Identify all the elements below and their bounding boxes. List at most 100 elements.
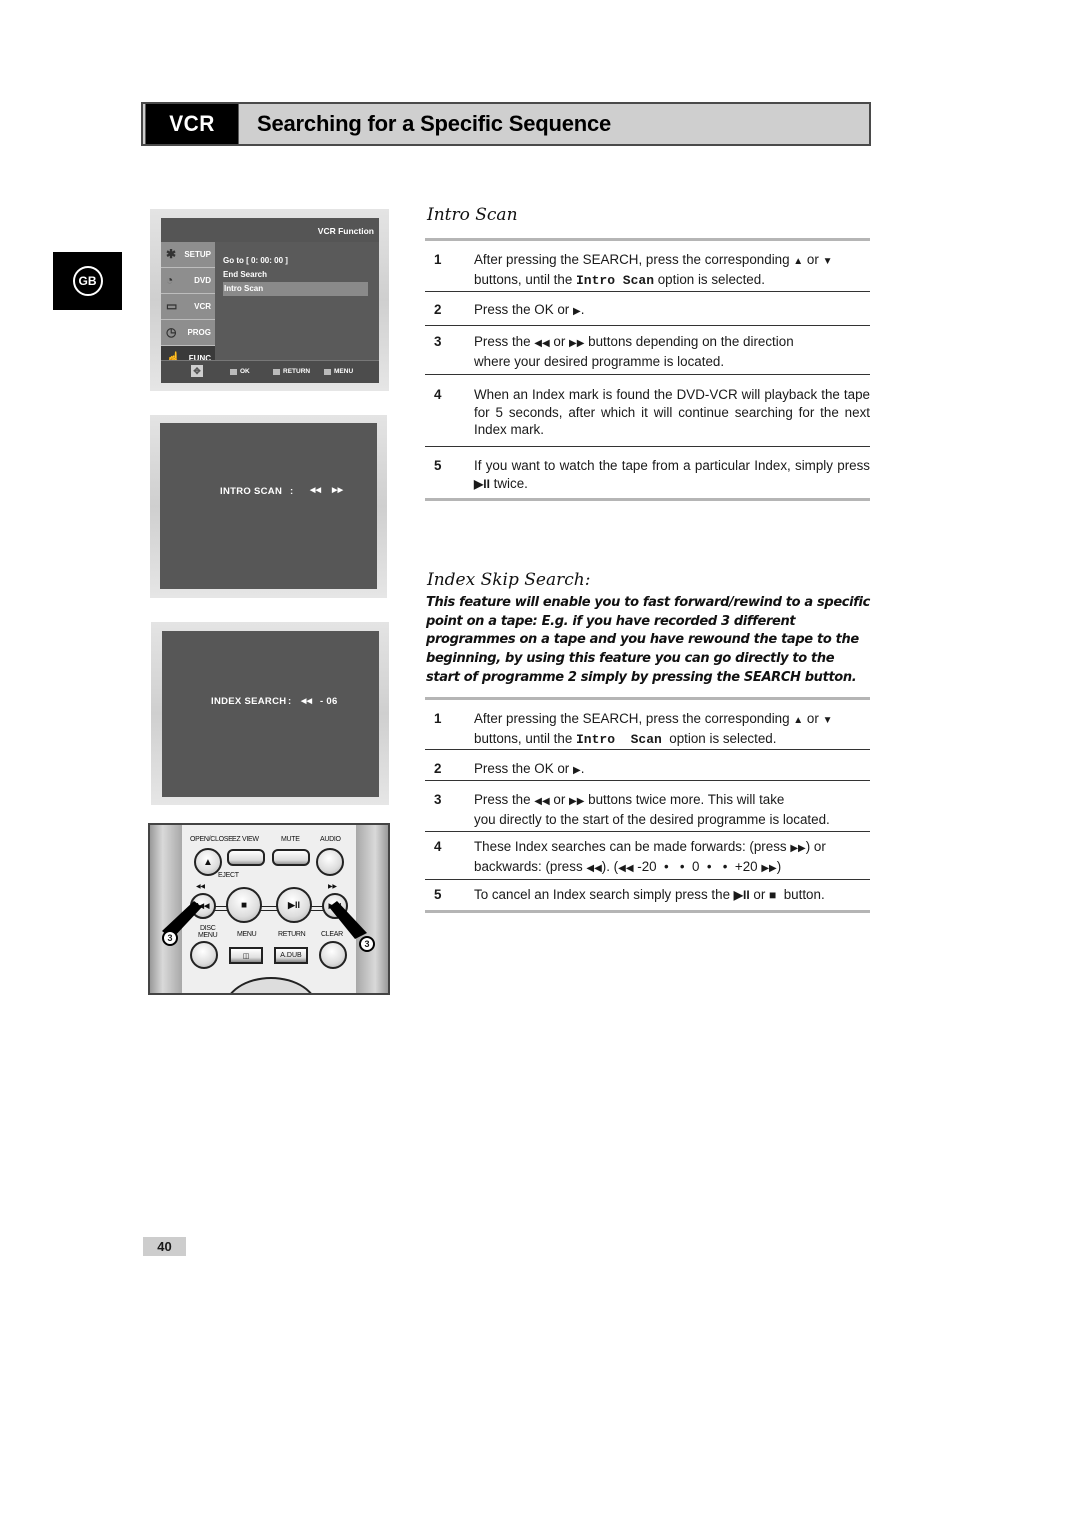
text: or	[749, 887, 770, 902]
up-arrow-icon: ▲	[793, 256, 804, 267]
step-text: After pressing the SEARCH, press the cor…	[474, 251, 870, 289]
text: Press the	[474, 334, 535, 349]
clock-icon: ◷	[166, 325, 177, 339]
option-name: Intro Scan	[576, 272, 655, 288]
stop-icon: ■	[240, 899, 248, 911]
sidebar-item-setup[interactable]: ✱ SETUP	[161, 242, 215, 268]
fast-forward-icon: ▶▶	[569, 338, 585, 349]
option-name: Intro Scan	[576, 731, 662, 747]
intro-scan-screen: INTRO SCAN : ◀◀ ▶▶	[160, 423, 377, 589]
callout-arrow-left	[162, 901, 202, 939]
text: )	[776, 858, 782, 874]
text: or	[803, 252, 823, 267]
menu-label: MENU	[334, 368, 354, 375]
step-text: After pressing the SEARCH, press the cor…	[474, 710, 870, 748]
step-number: 3	[434, 792, 442, 807]
right-arrow-icon: ▶	[572, 765, 581, 776]
text: backwards: (press	[474, 858, 587, 874]
menu-option-goto[interactable]: Go to [ 0: 00: 00 ]	[223, 254, 368, 268]
text: buttons, until the	[474, 271, 576, 287]
step-number: 2	[434, 761, 442, 776]
step-number: 1	[434, 252, 442, 267]
sidebar-label: DVD	[194, 276, 211, 285]
text: you directly to the start of the desired…	[474, 811, 830, 827]
divider	[425, 910, 870, 913]
divider	[425, 291, 870, 292]
menu-option-intro-scan[interactable]: Intro Scan	[223, 282, 368, 296]
ok-icon	[230, 368, 237, 375]
text: or	[803, 711, 823, 726]
divider	[425, 831, 870, 832]
navigation-icon: ✥	[191, 365, 203, 377]
index-search-screenshot: INDEX SEARCH : ◀◀ - 06	[151, 622, 389, 805]
section-header: VCR Searching for a Specific Sequence	[141, 102, 871, 146]
ez-view-button[interactable]	[227, 849, 265, 866]
step-text: When an Index mark is found the DVD-VCR …	[474, 387, 870, 437]
eject-icon: ▲	[203, 856, 213, 868]
step-number: 5	[434, 887, 442, 902]
text: option is selected.	[661, 730, 777, 746]
play-pause-button[interactable]: ▶II	[276, 887, 312, 923]
text: Press the OK or	[474, 302, 573, 317]
fast-forward-label: ▶▶	[328, 884, 337, 890]
menu-bottom-bar: ✥ OK RETURN MENU	[161, 360, 379, 383]
rewind-icon: ◀◀	[534, 796, 550, 807]
text: ) or	[805, 839, 826, 854]
text: Press the	[474, 792, 535, 807]
index-skip-description: This feature will enable you to fast for…	[426, 595, 871, 685]
sidebar-item-prog[interactable]: ◷ PROG	[161, 320, 215, 346]
sidebar-label: VCR	[194, 302, 211, 311]
rewind-icon: ◀◀	[586, 862, 602, 874]
step-text: These Index searches can be made forward…	[474, 838, 870, 877]
mute-label: MUTE	[281, 836, 300, 843]
divider	[425, 879, 870, 880]
step-text: To cancel an Index search simply press t…	[474, 886, 870, 905]
divider	[425, 780, 870, 781]
down-arrow-icon: ▼	[822, 256, 833, 267]
divider	[425, 749, 870, 750]
fast-forward-icon: ▶▶	[332, 487, 344, 494]
text: ). (	[601, 858, 619, 874]
divider	[425, 697, 870, 700]
mute-button[interactable]	[272, 849, 310, 866]
intro-scan-label: INTRO SCAN	[220, 486, 283, 497]
ez-view-label: EZ VIEW	[232, 836, 259, 843]
index-search-label: INDEX SEARCH	[211, 696, 287, 707]
index-skip-heading: Index Skip Search:	[427, 570, 591, 590]
callout-number-3-left: 3	[162, 930, 178, 946]
play-pause-icon: ▶II	[474, 476, 490, 491]
menu-button[interactable]: ◫	[229, 947, 263, 964]
sidebar-item-vcr[interactable]: ▭ VCR	[161, 294, 215, 320]
text: buttons depending on the direction	[584, 334, 794, 349]
divider	[425, 374, 870, 375]
rewind-label: ◀◀	[196, 884, 205, 890]
stop-button[interactable]: ■	[226, 887, 262, 923]
fast-forward-icon: ▶▶	[761, 862, 777, 874]
return-icon	[273, 368, 280, 375]
open-close-label: OPEN/CLOSE	[190, 836, 233, 843]
menu-label: MENU	[237, 931, 257, 938]
right-arrow-icon: ▶	[572, 306, 581, 317]
menu-title: VCR Function	[317, 226, 374, 236]
menu-option-end-search[interactable]: End Search	[223, 268, 368, 282]
page-number: 40	[143, 1237, 186, 1256]
audio-label: AUDIO	[320, 836, 341, 843]
step-text: If you want to watch the tape from a par…	[474, 457, 870, 493]
step-number: 1	[434, 711, 442, 726]
osd-separator: :	[288, 696, 292, 707]
step-number: 5	[434, 458, 442, 473]
index-range: -20 • • 0 • • +20	[633, 858, 762, 874]
sidebar-item-dvd[interactable]: ◔ DVD	[161, 268, 215, 294]
intro-scan-screenshot: INTRO SCAN : ◀◀ ▶▶	[150, 415, 387, 598]
intro-scan-heading: Intro Scan	[427, 205, 518, 225]
text: option is selected.	[654, 271, 765, 287]
text: Press the OK or	[474, 761, 573, 776]
text: To cancel an Index search simply press t…	[474, 887, 734, 902]
play-pause-icon: ▶II	[288, 899, 300, 910]
step-text: Press the OK or ▶.	[474, 761, 585, 776]
divider	[425, 446, 870, 447]
fast-forward-icon: ▶▶	[790, 843, 806, 854]
adub-button[interactable]: A.DUB	[274, 947, 308, 964]
audio-button[interactable]	[316, 848, 344, 876]
vcr-icon: ▭	[166, 299, 178, 313]
